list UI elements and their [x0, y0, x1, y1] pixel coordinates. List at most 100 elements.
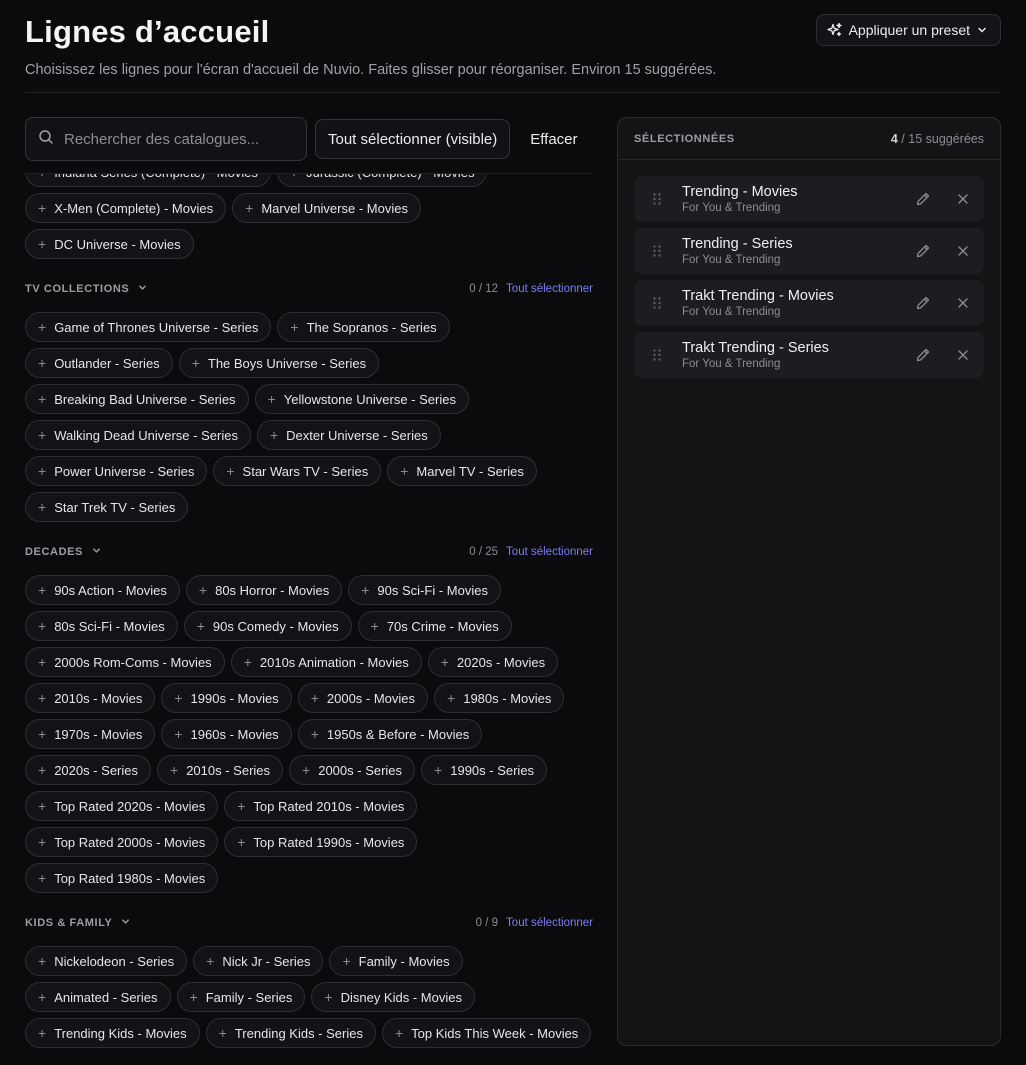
- search-icon: [38, 129, 54, 150]
- section-header-kids-and-family: KIDS & FAMILY 0 / 9 Tout sélectionner: [25, 913, 593, 933]
- pencil-icon[interactable]: [914, 190, 932, 208]
- close-icon[interactable]: [954, 242, 972, 260]
- section-count: 0 / 25: [469, 546, 499, 558]
- pencil-icon[interactable]: [914, 346, 932, 364]
- catalog-chip-1990s-series[interactable]: +1990s - Series: [421, 755, 548, 785]
- catalog-chip-1960s-movies[interactable]: +1960s - Movies: [161, 719, 292, 749]
- catalog-chip-2010s-movies[interactable]: +2010s - Movies: [25, 683, 156, 713]
- catalog-chip-2000s-series[interactable]: +2000s - Series: [289, 755, 416, 785]
- catalog-chip-the-sopranos-series[interactable]: + The Sopranos - Series: [277, 312, 450, 342]
- selected-count-current: 4: [890, 131, 898, 146]
- catalog-chip-2000s-rom-coms-movies[interactable]: +2000s Rom-Coms - Movies: [25, 647, 225, 677]
- section-header-tv-collections: TV COLLECTIONS 0 / 12 Tout sélectionner: [25, 279, 593, 299]
- catalog-chip-indiana-series-complete-movies[interactable]: +Indiana Series (Complete) - Movies: [25, 173, 271, 187]
- catalog-chip-2010s-animation-movies[interactable]: +2010s Animation - Movies: [230, 647, 422, 677]
- plus-icon: +: [38, 989, 47, 1005]
- selected-row-trending-series[interactable]: Trending - Series For You & Trending: [634, 228, 984, 274]
- drag-handle-icon[interactable]: [652, 348, 662, 362]
- drag-handle-icon[interactable]: [652, 296, 662, 310]
- selected-panel-header: SÉLECTIONNÉES 4 / 15 suggérées: [618, 118, 1000, 160]
- catalog-chip-marvel-tv-series[interactable]: + Marvel TV - Series: [387, 456, 537, 486]
- catalog-chip-x-men-complete-movies[interactable]: + X-Men (Complete) - Movies: [25, 193, 227, 223]
- plus-icon: +: [400, 463, 409, 479]
- plus-icon: +: [361, 582, 370, 598]
- catalog-chip-jurassic-complete-movies[interactable]: +Jurassic (Complete) - Movies: [276, 173, 488, 187]
- close-icon[interactable]: [954, 346, 972, 364]
- catalog-chip-top-rated-2010s-movies[interactable]: + Top Rated 2010s - Movies: [224, 791, 418, 821]
- chevron-down-icon: [976, 24, 988, 36]
- catalog-chip-2000s-movies[interactable]: +2000s - Movies: [297, 683, 429, 713]
- search-input[interactable]: [64, 130, 294, 148]
- catalog-chip-90s-sci-fi-movies[interactable]: +90s Sci-Fi - Movies: [348, 575, 501, 605]
- catalog-chip-trending-kids-movies[interactable]: + Trending Kids - Movies: [25, 1018, 200, 1048]
- selected-row-category: For You & Trending: [682, 202, 781, 214]
- selected-list: Trending - Movies For You & Trending Trend…: [618, 160, 1000, 378]
- catalog-chip-70s-crime-movies[interactable]: +70s Crime - Movies: [357, 611, 512, 641]
- section-select-all-link[interactable]: Tout sélectionner: [506, 283, 593, 295]
- select-all-visible-button[interactable]: Tout sélectionner (visible): [315, 119, 511, 159]
- catalog-chip-top-rated-2020s-movies[interactable]: + Top Rated 2020s - Movies: [25, 791, 219, 821]
- catalog-list: +Indiana Series (Complete) - Movies +Jura…: [25, 173, 593, 1048]
- apply-preset-button[interactable]: Appliquer un preset: [815, 14, 1001, 46]
- catalog-chip-90s-comedy-movies[interactable]: +90s Comedy - Movies: [183, 611, 352, 641]
- catalog-chip-disney-kids-movies[interactable]: + Disney Kids - Movies: [311, 982, 475, 1012]
- section-select-all-link[interactable]: Tout sélectionner: [506, 917, 593, 929]
- catalog-chip-top-kids-this-week-movies[interactable]: + Top Kids This Week - Movies: [381, 1018, 592, 1048]
- pencil-icon[interactable]: [914, 242, 932, 260]
- catalog-chip-trending-kids-series[interactable]: + Trending Kids - Series: [205, 1018, 376, 1048]
- section-select-all-link[interactable]: Tout sélectionner: [506, 546, 593, 558]
- catalog-chip-1970s-movies[interactable]: +1970s - Movies: [25, 719, 156, 749]
- catalog-chip-1980s-movies[interactable]: +1980s - Movies: [434, 683, 565, 713]
- plus-icon: +: [434, 762, 443, 778]
- selected-row-text: Trakt Trending - Series For You & Trendin…: [682, 340, 914, 370]
- close-icon[interactable]: [954, 294, 972, 312]
- section-toggle-tv-collections[interactable]: TV COLLECTIONS: [25, 282, 148, 296]
- selected-row-trakt-trending-series[interactable]: Trakt Trending - Series For You & Trendin…: [634, 332, 984, 378]
- catalog-chip-90s-action-movies[interactable]: +90s Action - Movies: [25, 575, 180, 605]
- catalog-chip-the-boys-universe-series[interactable]: + The Boys Universe - Series: [178, 348, 380, 378]
- plus-icon: +: [243, 654, 252, 670]
- catalog-chip-dexter-universe-series[interactable]: + Dexter Universe - Series: [256, 420, 441, 450]
- catalog-chip-star-trek-tv-series[interactable]: + Star Trek TV - Series: [25, 492, 189, 522]
- catalog-chip-breaking-bad-universe-series[interactable]: + Breaking Bad Universe - Series: [25, 384, 249, 414]
- selected-row-trakt-trending-movies[interactable]: Trakt Trending - Movies For You & Trendin…: [634, 280, 984, 326]
- catalog-chip-outlander-series[interactable]: + Outlander - Series: [25, 348, 173, 378]
- section-toggle-decades[interactable]: DECADES: [25, 545, 102, 559]
- catalog-chip-1950s-and-before-movies[interactable]: +1950s & Before - Movies: [297, 719, 483, 749]
- catalog-chip-yellowstone-universe-series[interactable]: + Yellowstone Universe - Series: [254, 384, 469, 414]
- catalog-chip-star-wars-tv-series[interactable]: + Star Wars TV - Series: [213, 456, 382, 486]
- catalog-chip-1990s-movies[interactable]: +1990s - Movies: [161, 683, 292, 713]
- close-icon[interactable]: [954, 190, 972, 208]
- catalog-chip-power-universe-series[interactable]: + Power Universe - Series: [25, 456, 208, 486]
- catalog-chip-label: 2020s - Movies: [456, 654, 546, 670]
- selected-row-name: Trending - Movies: [682, 184, 798, 200]
- catalog-chip-family-series[interactable]: + Family - Series: [176, 982, 306, 1012]
- catalog-chip-2010s-series[interactable]: +2010s - Series: [157, 755, 284, 785]
- section-toggle-kids-and-family[interactable]: KIDS & FAMILY: [25, 916, 131, 930]
- catalog-chip-nickelodeon-series[interactable]: + Nickelodeon - Series: [25, 946, 188, 976]
- catalog-chip-game-of-thrones-universe-series[interactable]: + Game of Thrones Universe - Series: [25, 312, 272, 342]
- catalog-chip-top-rated-1990s-movies[interactable]: + Top Rated 1990s - Movies: [224, 827, 418, 857]
- catalog-chip-top-rated-1980s-movies[interactable]: + Top Rated 1980s - Movies: [25, 863, 219, 893]
- clear-button[interactable]: Effacer: [518, 119, 589, 159]
- selected-row-trending-movies[interactable]: Trending - Movies For You & Trending: [634, 176, 984, 222]
- catalog-chip-family-movies[interactable]: + Family - Movies: [329, 946, 463, 976]
- search-field[interactable]: [25, 117, 307, 161]
- plus-icon: +: [38, 463, 47, 479]
- drag-handle-icon[interactable]: [652, 192, 662, 206]
- catalog-chip-marvel-universe-movies[interactable]: + Marvel Universe - Movies: [232, 193, 421, 223]
- pencil-icon[interactable]: [914, 294, 932, 312]
- catalog-chip-nick-jr-series[interactable]: + Nick Jr - Series: [193, 946, 324, 976]
- catalog-chip-animated-series[interactable]: + Animated - Series: [25, 982, 171, 1012]
- catalog-chip-80s-sci-fi-movies[interactable]: +80s Sci-Fi - Movies: [25, 611, 178, 641]
- catalog-scroll-area[interactable]: +Indiana Series (Complete) - Movies +Jura…: [25, 173, 593, 1065]
- plus-icon: +: [38, 499, 47, 515]
- catalog-chip-2020s-series[interactable]: +2020s - Series: [25, 755, 152, 785]
- plus-icon: +: [38, 200, 47, 216]
- catalog-chip-top-rated-2000s-movies[interactable]: + Top Rated 2000s - Movies: [25, 827, 219, 857]
- catalog-chip-walking-dead-universe-series[interactable]: + Walking Dead Universe - Series: [25, 420, 251, 450]
- catalog-chip-dc-universe-movies[interactable]: + DC Universe - Movies: [25, 229, 194, 259]
- catalog-chip-80s-horror-movies[interactable]: +80s Horror - Movies: [185, 575, 343, 605]
- catalog-chip-2020s-movies[interactable]: +2020s - Movies: [427, 647, 559, 677]
- drag-handle-icon[interactable]: [652, 244, 662, 258]
